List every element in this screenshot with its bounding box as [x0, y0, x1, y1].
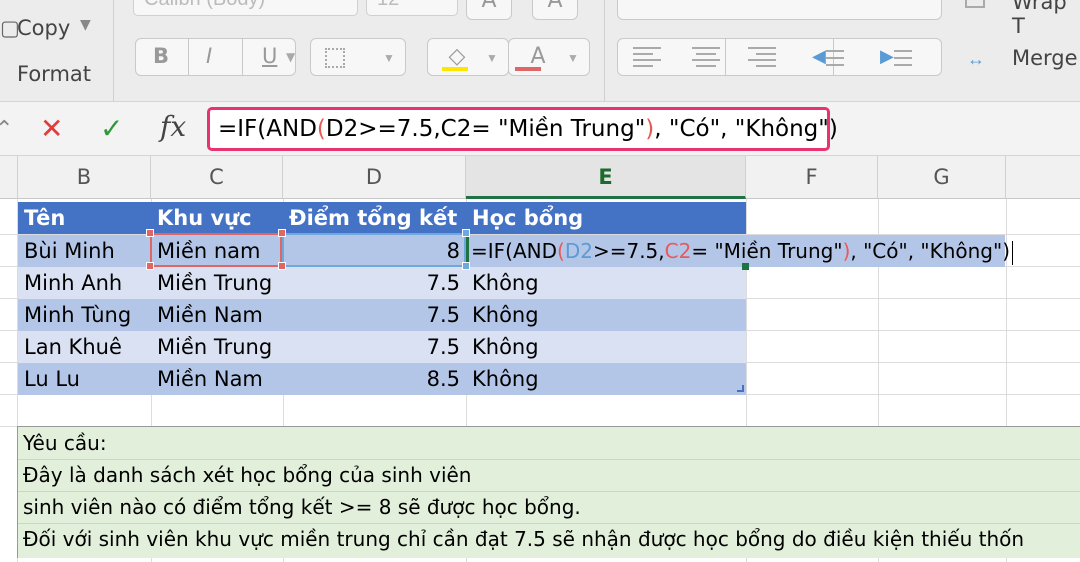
column-header-g[interactable]: G: [878, 156, 1006, 199]
edit-text: = "Miền Trung": [691, 239, 843, 263]
formula-text: D2>=7.5,C2= "Miền Trung": [325, 116, 646, 142]
formula-text: =IF(AND: [218, 116, 317, 142]
fx-icon[interactable]: fx: [160, 110, 186, 143]
text-cursor: [1012, 240, 1014, 265]
merge-icon[interactable]: ↔: [967, 49, 985, 70]
font-color-swatch: [515, 67, 541, 71]
copy-button[interactable]: Copy: [17, 16, 70, 40]
merge-button[interactable]: Merge: [1012, 46, 1078, 70]
table-header-score[interactable]: Điểm tổng kết: [283, 202, 466, 234]
decrease-font-button[interactable]: A: [532, 0, 578, 20]
borders-icon: [325, 48, 345, 68]
table-cell-name[interactable]: Lu Lu: [18, 363, 151, 395]
ref-c2-handle[interactable]: [146, 262, 154, 270]
corner-cell[interactable]: [0, 156, 18, 199]
reference-highlight-d2[interactable]: [282, 233, 466, 267]
name-box-chevron-icon[interactable]: ⌃: [0, 116, 13, 142]
requirement-note: Yêu cầu: Đây là danh sách xét học bổng c…: [17, 426, 1080, 558]
copy-dropdown-icon[interactable]: ▼: [80, 17, 91, 33]
ref-c2-handle[interactable]: [146, 229, 154, 237]
edit-paren-open: (: [557, 239, 565, 263]
bold-button[interactable]: B: [153, 44, 169, 68]
column-header-c[interactable]: C: [151, 156, 283, 199]
note-line: Đây là danh sách xét học bổng của sinh v…: [23, 463, 472, 487]
table-cell-region[interactable]: Miền Nam: [151, 363, 283, 395]
ribbon-divider: [113, 0, 114, 101]
table-cell-name[interactable]: Bùi Minh: [18, 235, 151, 267]
ribbon: ▢ Copy ▼ Format Calibri (Body) 12 A A B …: [0, 0, 1080, 101]
note-line: Yêu cầu:: [23, 431, 107, 455]
formula-input[interactable]: =IF(AND(D2>=7.5,C2= "Miền Trung"), "Có",…: [207, 107, 838, 151]
edit-text: , "Có", "Không"): [850, 239, 1011, 263]
table-cell-name[interactable]: Minh Anh: [18, 267, 151, 299]
table-header-scholarship[interactable]: Học bổng: [466, 202, 746, 234]
column-header-d[interactable]: D: [283, 156, 466, 199]
edit-text: =IF(AND: [471, 239, 558, 263]
column-header-e[interactable]: E: [466, 156, 746, 199]
button-separator: [188, 38, 189, 76]
active-cell-editor[interactable]: =IF(AND(D2>=7.5,C2= "Miền Trung"), "Có",…: [465, 235, 1014, 267]
note-line: Đối với sinh viên khu vực miền trung chỉ…: [23, 527, 1025, 551]
underline-button[interactable]: U: [262, 44, 277, 68]
underline-dropdown-icon[interactable]: ▼: [286, 50, 295, 64]
font-shrink-icon: A: [547, 0, 563, 13]
formula-text: , "Có", "Không"): [654, 116, 838, 142]
borders-button[interactable]: ▼: [310, 38, 406, 76]
ref-c2-handle[interactable]: [278, 229, 286, 237]
button-separator: [725, 38, 726, 76]
table-cell-region[interactable]: Miền Trung: [151, 331, 283, 363]
column-header-b[interactable]: B: [18, 156, 151, 199]
table-cell-region[interactable]: Miền Trung: [151, 267, 283, 299]
wrap-text-icon[interactable]: [965, 0, 985, 8]
table-header-name[interactable]: Tên: [18, 202, 151, 234]
ref-d2-handle[interactable]: [462, 262, 470, 270]
font-color-button[interactable]: A ▼: [508, 38, 590, 76]
column-header-f[interactable]: F: [746, 156, 878, 199]
table-cell-scholarship[interactable]: Không: [466, 299, 746, 331]
table-cell-score[interactable]: 8.5: [283, 363, 466, 395]
ref-c2-handle[interactable]: [278, 262, 286, 270]
edit-ref-c2: C2: [664, 239, 692, 263]
table-resize-handle[interactable]: [737, 385, 744, 392]
italic-button[interactable]: I: [206, 44, 212, 68]
formula-paren-close: ): [645, 116, 655, 142]
vertical-align-group[interactable]: [617, 0, 942, 20]
wrap-text-button[interactable]: Wrap T: [1012, 0, 1080, 38]
column-header-h[interactable]: [1006, 156, 1080, 199]
reference-highlight-c2[interactable]: [150, 233, 282, 267]
note-line: sinh viên nào có điểm tổng kết >= 8 sẽ đ…: [23, 495, 581, 519]
table-cell-name[interactable]: Minh Tùng: [18, 299, 151, 331]
borders-dropdown-icon: ▼: [383, 51, 395, 65]
table-cell-region[interactable]: Miền Nam: [151, 299, 283, 331]
format-painter-button[interactable]: Format: [17, 62, 91, 86]
font-name-select[interactable]: Calibri (Body): [133, 0, 358, 16]
fill-color-swatch: [442, 67, 468, 71]
table-cell-score[interactable]: 7.5: [283, 267, 466, 299]
increase-font-button[interactable]: A: [466, 0, 512, 20]
table-cell-scholarship[interactable]: Không: [466, 267, 746, 299]
button-separator: [242, 38, 243, 76]
formula-paren-open: (: [316, 116, 326, 142]
font-color-dropdown-icon: ▼: [567, 51, 579, 65]
confirm-icon[interactable]: ✓: [100, 112, 123, 145]
font-grow-icon: A: [481, 0, 497, 13]
formula-bar: ⌃ ✕ ✓ fx =IF(AND(D2>=7.5,C2= "Miền Trung…: [0, 101, 1080, 156]
edit-ref-d2: D2: [564, 239, 593, 263]
table-cell-scholarship[interactable]: Không: [466, 331, 746, 363]
ribbon-divider: [604, 0, 605, 101]
ref-d2-handle[interactable]: [462, 229, 470, 237]
table-header-region[interactable]: Khu vực: [151, 202, 283, 234]
table-cell-score[interactable]: 7.5: [283, 331, 466, 363]
table-cell-name[interactable]: Lan Khuê: [18, 331, 151, 363]
edit-text: >=7.5,: [592, 239, 665, 263]
table-cell-score[interactable]: 7.5: [283, 299, 466, 331]
font-size-select[interactable]: 12: [366, 0, 458, 16]
cancel-icon[interactable]: ✕: [40, 112, 63, 145]
table-cell-scholarship[interactable]: Không: [466, 363, 746, 395]
fill-handle[interactable]: [742, 263, 749, 270]
